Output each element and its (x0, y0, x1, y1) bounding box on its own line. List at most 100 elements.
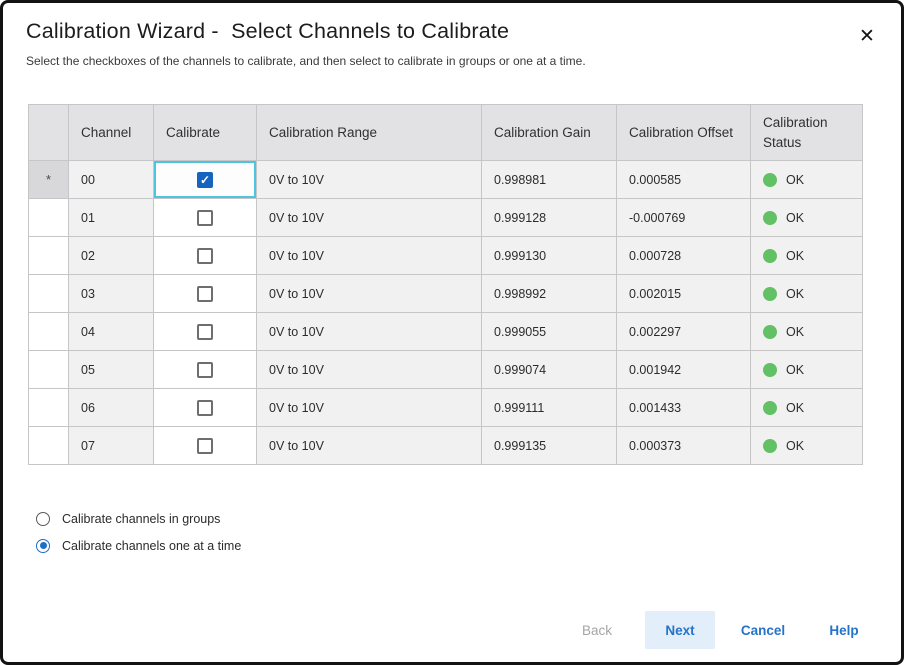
calibration-gain-cell: 0.998992 (482, 275, 617, 313)
current-row-marker: * (29, 161, 69, 199)
calibration-gain-cell: 0.999111 (482, 389, 617, 427)
calibration-offset-cell: 0.001942 (617, 351, 751, 389)
table-row[interactable]: 05 0V to 10V 0.999074 0.001942 OK (29, 351, 863, 389)
calibration-offset-cell: 0.002297 (617, 313, 751, 351)
next-button[interactable]: Next (645, 611, 715, 649)
status-label: OK (786, 363, 804, 377)
calibration-range-cell: 0V to 10V (257, 313, 482, 351)
channel-cell: 06 (69, 389, 154, 427)
table-row[interactable]: 04 0V to 10V 0.999055 0.002297 OK (29, 313, 863, 351)
calibration-gain-cell: 0.998981 (482, 161, 617, 199)
row-header-corner (29, 105, 69, 161)
calibration-gain-cell: 0.999130 (482, 237, 617, 275)
help-button[interactable]: Help (811, 611, 877, 649)
calibrate-checkbox[interactable] (197, 438, 213, 454)
channel-cell: 01 (69, 199, 154, 237)
table-row[interactable]: 06 0V to 10V 0.999111 0.001433 OK (29, 389, 863, 427)
calibration-gain-cell: 0.999128 (482, 199, 617, 237)
calibrate-checkbox[interactable] (197, 400, 213, 416)
status-ok-icon (763, 325, 777, 339)
status-label: OK (786, 173, 804, 187)
status-ok-icon (763, 287, 777, 301)
col-header-calibration-offset: Calibration Offset (617, 105, 751, 161)
cancel-button[interactable]: Cancel (730, 611, 796, 649)
status-label: OK (786, 249, 804, 263)
col-header-calibration-gain: Calibration Gain (482, 105, 617, 161)
status-label: OK (786, 401, 804, 415)
col-header-calibration-range: Calibration Range (257, 105, 482, 161)
radio-calibrate-in-groups[interactable]: Calibrate channels in groups (36, 505, 901, 532)
table-header-row: Channel Calibrate Calibration Range Cali… (29, 105, 863, 161)
table-row[interactable]: * 00 ✓ 0V to 10V 0.998981 0.000585 OK (29, 161, 863, 199)
calibration-status-cell: OK (751, 199, 863, 237)
table-row[interactable]: 03 0V to 10V 0.998992 0.002015 OK (29, 275, 863, 313)
calibration-wizard-dialog: Calibration Wizard - Select Channels to … (0, 0, 904, 665)
calibrate-cell[interactable] (154, 199, 257, 237)
calibration-status-cell: OK (751, 351, 863, 389)
channels-table-body: * 00 ✓ 0V to 10V 0.998981 0.000585 OK 01… (29, 161, 863, 465)
calibration-offset-cell: 0.000373 (617, 427, 751, 465)
calibrate-cell[interactable] (154, 427, 257, 465)
calibration-gain-cell: 0.999074 (482, 351, 617, 389)
calibrate-checkbox[interactable] (197, 324, 213, 340)
calibrate-checkbox[interactable]: ✓ (197, 172, 213, 188)
calibration-status-cell: OK (751, 275, 863, 313)
current-row-marker (29, 351, 69, 389)
calibration-status-cell: OK (751, 313, 863, 351)
calibration-range-cell: 0V to 10V (257, 161, 482, 199)
calibration-offset-cell: 0.000585 (617, 161, 751, 199)
calibration-range-cell: 0V to 10V (257, 351, 482, 389)
channel-cell: 03 (69, 275, 154, 313)
calibrate-checkbox[interactable] (197, 248, 213, 264)
calibration-offset-cell: 0.001433 (617, 389, 751, 427)
table-row[interactable]: 01 0V to 10V 0.999128 -0.000769 OK (29, 199, 863, 237)
current-row-marker (29, 427, 69, 465)
calibration-offset-cell: 0.002015 (617, 275, 751, 313)
radio-calibrate-one-at-a-time[interactable]: Calibrate channels one at a time (36, 532, 901, 559)
dialog-footer: Back Next Cancel Help (564, 611, 877, 649)
status-ok-icon (763, 363, 777, 377)
channel-cell: 04 (69, 313, 154, 351)
calibration-status-cell: OK (751, 161, 863, 199)
channel-cell: 05 (69, 351, 154, 389)
status-ok-icon (763, 173, 777, 187)
calibrate-cell[interactable] (154, 313, 257, 351)
radio-label-groups: Calibrate channels in groups (62, 512, 220, 526)
col-header-calibration-status: Calibration Status (751, 105, 863, 161)
table-row[interactable]: 07 0V to 10V 0.999135 0.000373 OK (29, 427, 863, 465)
status-label: OK (786, 325, 804, 339)
calibration-mode-options: Calibrate channels in groups Calibrate c… (36, 505, 901, 559)
calibration-status-cell: OK (751, 237, 863, 275)
calibration-gain-cell: 0.999055 (482, 313, 617, 351)
close-button[interactable]: ✕ (853, 23, 881, 51)
status-label: OK (786, 211, 804, 225)
calibration-status-cell: OK (751, 427, 863, 465)
calibration-range-cell: 0V to 10V (257, 237, 482, 275)
back-button[interactable]: Back (564, 611, 630, 649)
current-row-marker (29, 313, 69, 351)
calibrate-cell[interactable] (154, 351, 257, 389)
calibration-range-cell: 0V to 10V (257, 427, 482, 465)
current-row-marker (29, 275, 69, 313)
radio-icon[interactable] (36, 512, 50, 526)
calibrate-cell[interactable] (154, 275, 257, 313)
calibrate-checkbox[interactable] (197, 362, 213, 378)
radio-icon[interactable] (36, 539, 50, 553)
calibrate-cell[interactable]: ✓ (154, 161, 257, 199)
status-ok-icon (763, 211, 777, 225)
status-ok-icon (763, 439, 777, 453)
calibration-gain-cell: 0.999135 (482, 427, 617, 465)
calibrate-checkbox[interactable] (197, 286, 213, 302)
calibration-range-cell: 0V to 10V (257, 275, 482, 313)
channel-cell: 00 (69, 161, 154, 199)
calibration-offset-cell: -0.000769 (617, 199, 751, 237)
dialog-subtitle: Select the checkboxes of the channels to… (26, 54, 878, 68)
channels-table: Channel Calibrate Calibration Range Cali… (28, 104, 863, 465)
calibration-status-cell: OK (751, 389, 863, 427)
calibrate-cell[interactable] (154, 389, 257, 427)
radio-label-one-at-a-time: Calibrate channels one at a time (62, 539, 241, 553)
col-header-channel: Channel (69, 105, 154, 161)
calibrate-cell[interactable] (154, 237, 257, 275)
calibrate-checkbox[interactable] (197, 210, 213, 226)
table-row[interactable]: 02 0V to 10V 0.999130 0.000728 OK (29, 237, 863, 275)
